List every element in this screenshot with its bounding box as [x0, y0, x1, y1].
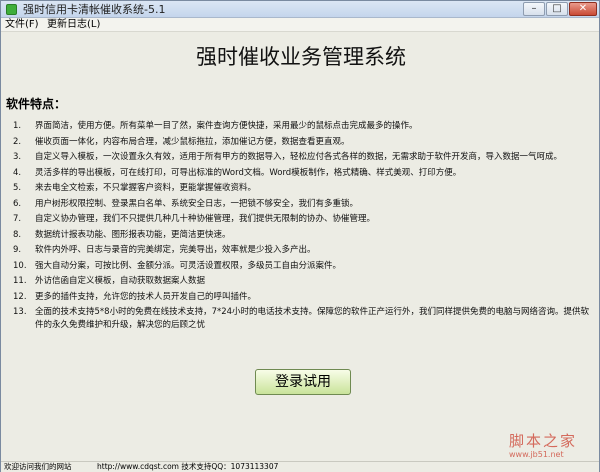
feature-text: 用户树形权限控制、登录黑白名单、系统安全日志，一把锁不够安全，我们有多重锁。 — [35, 198, 359, 209]
menu-bar: 文件(F) 更新日志(L) — [1, 18, 599, 32]
watermark-logo: 脚本之家 www.jb51.net — [509, 433, 599, 460]
minimize-button[interactable]: – — [523, 2, 545, 16]
feature-item: 10. 强大自动分案，可按比例、金额分派。可灵活设置权限，多级员工自由分派案件。 — [1, 260, 600, 273]
feature-text: 催收页面一体化，内容布局合理，减少鼠标拖拉，添加催记方便，数据查看更直观。 — [35, 136, 350, 147]
close-button[interactable]: ✕ — [569, 2, 597, 16]
feature-number: 13. — [13, 307, 27, 317]
feature-number: 5. — [13, 183, 22, 193]
feature-item: 7. 自定义协办管理，我们不只提供几种几十种协催管理，我们提供无限制的协办、协催管… — [1, 213, 600, 226]
watermark-text: 脚本之家 — [509, 432, 578, 450]
feature-text: 软件内外呼、日志与录音的完美绑定，完美导出，效率就是少投入多产出。 — [35, 245, 316, 255]
website-link[interactable]: 欢迎访问我们的网站 — [4, 462, 72, 472]
feature-text: 强大自动分案，可按比例、金额分派。可灵活设置权限，多级员工自由分派案件。 — [35, 260, 342, 271]
status-info: http://www.cdqst.com 技术支持QQ：1073113307 — [97, 462, 279, 471]
feature-text: 来去电全文检索，不只掌握客户资料，更能掌握催收资料。 — [35, 183, 257, 193]
feature-item: 8. 数据统计报表功能、图形报表功能，更简洁更快速。 — [1, 229, 600, 242]
maximize-button[interactable]: □ — [546, 2, 568, 16]
feature-number: 1. — [13, 121, 22, 131]
menu-update-log[interactable]: 更新日志(L) — [47, 18, 100, 32]
page-title: 强时催收业务管理系统 — [196, 45, 406, 69]
feature-text: 外访信函自定义模板，自动获取数据案人数据 — [35, 276, 206, 286]
feature-text: 全面的技术支持5*8小时的免费在线技术支持，7*24小时的电话技术支持。保障您的… — [35, 307, 590, 330]
feature-item: 5. 来去电全文检索，不只掌握客户资料，更能掌握催收资料。 — [1, 182, 600, 195]
feature-item: 4. 灵活多样的导出模板，可在线打印，可导出标准的Word文档。Word模板制作，… — [1, 167, 600, 180]
feature-number: 10. — [13, 260, 27, 271]
title-bar[interactable]: 强时信用卡清帐催收系统-5.1 – □ ✕ — [1, 1, 599, 18]
feature-text: 更多的插件支持，允许您的技术人员开发自己的呼叫插件。 — [35, 291, 257, 302]
feature-number: 7. — [13, 214, 22, 224]
watermark-url: www.jb51.net — [509, 450, 564, 459]
window-title: 强时信用卡清帐催收系统-5.1 — [23, 3, 166, 16]
feature-item: 3. 自定义导入模板，一次设置永久有效，适用于所有甲方的数据导入，轻松应付各式各样… — [1, 151, 600, 164]
feature-item: 6. 用户树形权限控制、登录黑白名单、系统安全日志，一把锁不够安全，我们有多重锁。 — [1, 198, 600, 211]
menu-file[interactable]: 文件(F) — [5, 18, 39, 32]
feature-item: 9. 软件内外呼、日志与录音的完美绑定，完美导出，效率就是少投入多产出。 — [1, 244, 600, 257]
feature-text: 自定义导入模板，一次设置永久有效，适用于所有甲方的数据导入，轻松应付各式各样的数… — [35, 152, 563, 162]
status-bar: 欢迎访问我们的网站 http://www.cdqst.com 技术支持QQ：10… — [1, 461, 599, 472]
feature-list: 1. 界面简洁，使用方便。所有菜单一目了然，案件查询方便快捷，采用最少的鼠标点击完… — [1, 120, 600, 334]
feature-number: 9. — [13, 245, 22, 255]
app-icon — [6, 4, 17, 15]
feature-number: 2. — [13, 136, 22, 147]
features-heading: 软件特点： — [6, 97, 67, 111]
feature-number: 11. — [13, 276, 27, 286]
feature-item: 11. 外访信函自定义模板，自动获取数据案人数据 — [1, 275, 600, 288]
feature-number: 6. — [13, 198, 22, 209]
feature-number: 8. — [13, 229, 22, 240]
feature-text: 界面简洁，使用方便。所有菜单一目了然，案件查询方便快捷，采用最少的鼠标点击完成最… — [35, 121, 418, 131]
feature-text: 自定义协办管理，我们不只提供几种几十种协催管理，我们提供无限制的协办、协催管理。 — [35, 214, 376, 224]
feature-item: 2. 催收页面一体化，内容布局合理，减少鼠标拖拉，添加催记方便，数据查看更直观。 — [1, 136, 600, 149]
feature-item: 12. 更多的插件支持，允许您的技术人员开发自己的呼叫插件。 — [1, 291, 600, 304]
login-trial-button[interactable]: 登录试用 — [255, 369, 351, 395]
app-window: 强时信用卡清帐催收系统-5.1 – □ ✕ 文件(F) 更新日志(L) 强时催收… — [0, 0, 600, 472]
feature-number: 3. — [13, 152, 22, 162]
feature-number: 12. — [13, 291, 27, 302]
feature-text: 数据统计报表功能、图形报表功能，更简洁更快速。 — [35, 229, 231, 240]
feature-number: 4. — [13, 167, 22, 178]
feature-item: 1. 界面简洁，使用方便。所有菜单一目了然，案件查询方便快捷，采用最少的鼠标点击完… — [1, 120, 600, 133]
feature-text: 灵活多样的导出模板，可在线打印，可导出标准的Word文档。Word模板制作，格式… — [35, 167, 462, 178]
feature-item: 13. 全面的技术支持5*8小时的免费在线技术支持，7*24小时的电话技术支持。保… — [1, 306, 600, 331]
